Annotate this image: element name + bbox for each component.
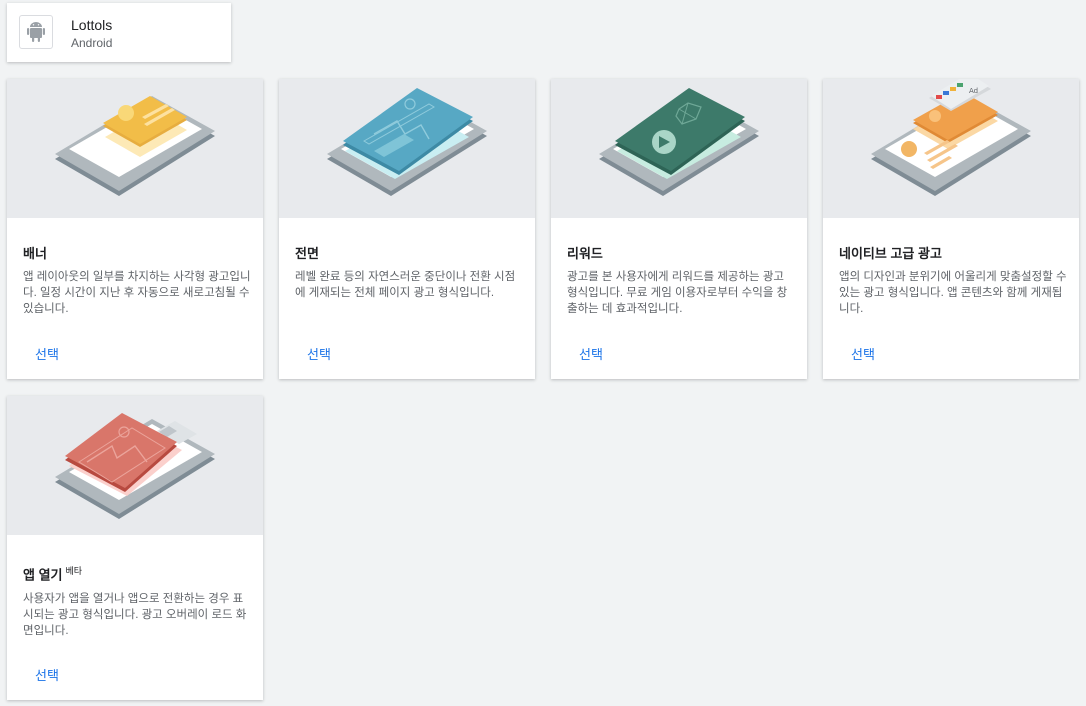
app-chip: Lottols Android <box>7 3 231 62</box>
banner-illustration <box>7 79 263 218</box>
svg-text:Ad: Ad <box>969 87 978 95</box>
card-title: 배너 <box>23 246 47 261</box>
ad-format-card-banner: 배너 앱 레이아웃의 일부를 차지하는 사각형 광고입니다. 일정 시간이 지난… <box>7 79 263 379</box>
interstitial-illustration <box>279 79 535 218</box>
card-description: 사용자가 앱을 열거나 앱으로 전환하는 경우 표시되는 광고 형식입니다. 광… <box>23 593 247 637</box>
card-description: 레벨 완료 등의 자연스러운 중단이나 전환 시점에 게재되는 전체 페이지 광… <box>295 271 516 299</box>
rewarded-illustration <box>551 79 807 218</box>
ad-format-card-rewarded: 리워드 광고를 본 사용자에게 리워드를 제공하는 광고 형식입니다. 무료 게… <box>551 79 807 379</box>
app-platform: Android <box>71 36 113 50</box>
android-icon <box>19 15 53 49</box>
card-description: 앱 레이아웃의 일부를 차지하는 사각형 광고입니다. 일정 시간이 지난 후 … <box>23 271 251 315</box>
card-title: 앱 열기 베타 <box>23 566 83 583</box>
ad-format-card-native-advanced: Ad 네이티브 고급 광고 앱의 디자인과 분위기에 어울리게 맞춤설정할 수 … <box>823 79 1079 379</box>
select-button[interactable]: 선택 <box>35 665 59 684</box>
select-button[interactable]: 선택 <box>307 344 331 363</box>
ad-format-card-app-open: 앱 열기 베타 사용자가 앱을 열거나 앱으로 전환하는 경우 표시되는 광고 형… <box>7 396 263 700</box>
native-advanced-illustration: Ad <box>823 79 1079 218</box>
card-title: 전면 <box>295 246 319 261</box>
select-button[interactable]: 선택 <box>851 344 875 363</box>
app-open-illustration <box>7 396 263 535</box>
card-description: 광고를 본 사용자에게 리워드를 제공하는 광고 형식입니다. 무료 게임 이용… <box>567 271 788 315</box>
app-name: Lottols <box>71 17 113 33</box>
card-title: 리워드 <box>567 246 603 261</box>
card-description: 앱의 디자인과 분위기에 어울리게 맞춤설정할 수 있는 광고 형식입니다. 앱… <box>839 271 1067 315</box>
select-button[interactable]: 선택 <box>35 344 59 363</box>
select-button[interactable]: 선택 <box>579 344 603 363</box>
card-title: 네이티브 고급 광고 <box>839 246 942 261</box>
beta-badge: 베타 <box>65 566 83 576</box>
ad-format-card-interstitial: 전면 레벨 완료 등의 자연스러운 중단이나 전환 시점에 게재되는 전체 페이… <box>279 79 535 379</box>
